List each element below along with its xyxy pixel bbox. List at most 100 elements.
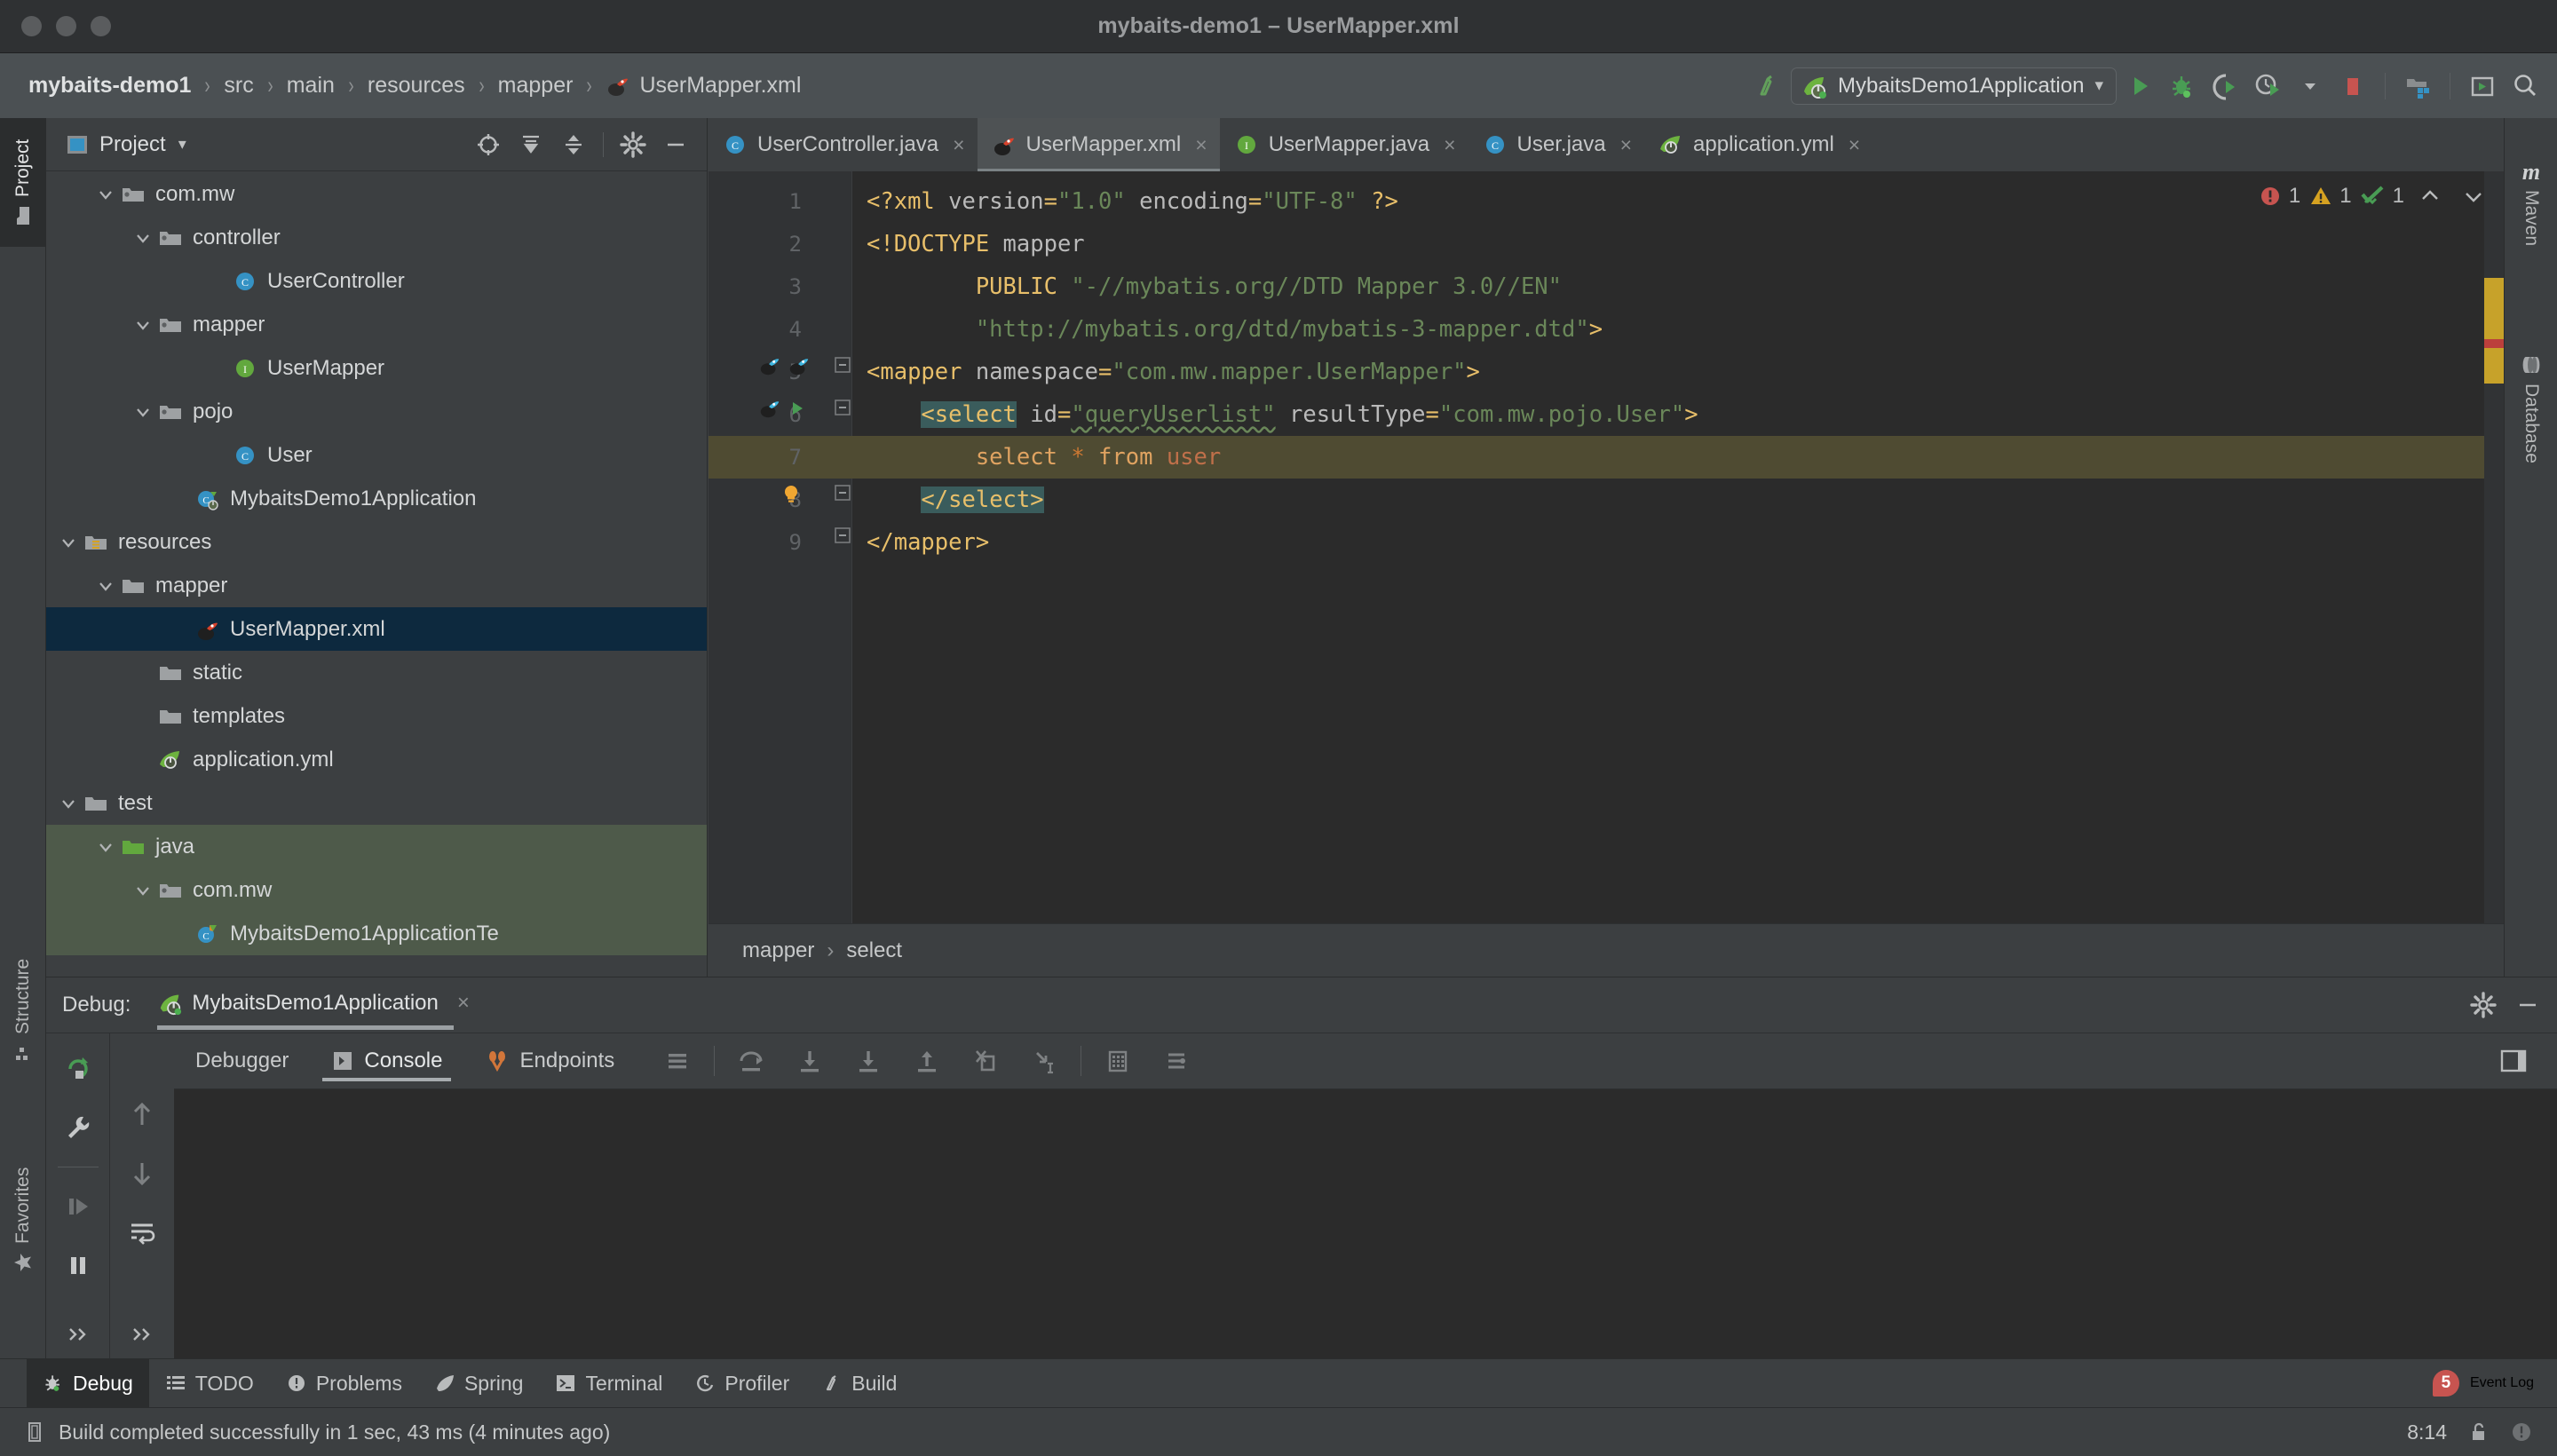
chevron-down-icon[interactable] [53,534,83,551]
project-structure-icon[interactable] [2398,67,2437,106]
inspections-widget[interactable]: 1 1 1 [2258,184,2491,209]
step-up-icon[interactable] [129,1092,155,1138]
expand-all-icon[interactable] [512,126,550,163]
chevron-down-icon[interactable] [128,882,158,899]
code-line-8[interactable]: 8 </select> [709,479,2504,521]
tree-node-com-mw[interactable]: com.mw [46,172,707,216]
sidebar-item-database[interactable]: Database [2505,309,2557,509]
status-tab-problems[interactable]: Problems [270,1359,418,1408]
status-tab-profiler[interactable]: Profiler [678,1359,805,1408]
tab-endpoints[interactable]: Endpoints [463,1033,636,1088]
stripe-warning-marker[interactable] [2484,348,2504,384]
chevron-down-icon[interactable] [53,795,83,812]
tree-node-com-mw[interactable]: com.mw [46,868,707,912]
intention-bulb-icon[interactable] [780,482,803,510]
frames-icon[interactable] [648,1033,707,1088]
tree-node-java[interactable]: java [46,825,707,868]
settings-wrench-icon[interactable] [63,1104,93,1151]
chevron-down-icon[interactable] [128,316,158,334]
profiler-icon[interactable] [2248,67,2287,106]
status-tab-debug[interactable]: Debug [27,1358,149,1408]
editor-tab-usermapper-xml[interactable]: UserMapper.xml × [977,118,1220,171]
fold-handle-line8[interactable] [833,483,852,507]
tree-node-usercontroller[interactable]: C UserController [46,259,707,303]
tree-node-user[interactable]: C User [46,433,707,477]
status-tab-terminal[interactable]: Terminal [539,1359,678,1408]
breadcrumb-item-file[interactable]: UserMapper.xml [602,73,804,99]
code-editor[interactable]: 1 <?xml version="1.0" encoding="UTF-8" ?>… [709,171,2504,923]
status-tab-build[interactable]: Build [805,1359,913,1408]
notification-icon[interactable] [2509,1420,2534,1444]
code-line-5[interactable]: 5<mapper namespace="com.mw.mapper.UserMa… [709,351,2504,393]
tree-node-mapper[interactable]: mapper [46,303,707,346]
status-tab-spring[interactable]: Spring [418,1359,539,1408]
previous-problem-icon[interactable] [2412,185,2448,208]
tree-node-application-yml[interactable]: application.yml [46,738,707,781]
step-into-icon[interactable] [780,1033,839,1088]
mybatis-nav-icon[interactable] [788,354,811,377]
chevron-down-icon[interactable] [128,229,158,247]
editor-tab-application-yml[interactable]: application.yml × [1644,118,1872,171]
fold-handle-line9[interactable] [833,526,852,550]
tree-node-usermapper-xml[interactable]: UserMapper.xml [46,607,707,651]
gutter-line5-markers[interactable] [758,354,811,377]
passed-count-group[interactable]: 1 [2360,184,2404,209]
tab-debugger[interactable]: Debugger [174,1033,310,1088]
editor-tab-bar[interactable]: C UserController.java × UserMapper.xml × I Use… [709,118,2504,171]
memory-indicator-icon[interactable] [23,1420,46,1444]
breadcrumb-item-project[interactable]: mybaits-demo1 [25,73,194,99]
settings-icon[interactable] [1147,1033,1206,1088]
code-line-9[interactable]: 9 </mapper> [709,521,2504,564]
stripe-error-marker[interactable] [2484,339,2504,348]
close-icon[interactable]: × [1848,133,1860,157]
sidebar-item-structure[interactable]: Structure [0,928,46,1092]
close-icon[interactable]: × [1444,133,1455,157]
tree-node-pojo[interactable]: pojo [46,390,707,433]
gear-icon[interactable] [614,126,652,163]
chevron-down-icon[interactable] [2291,67,2330,106]
evaluate-expression-icon[interactable] [1089,1033,1147,1088]
layout-settings-icon[interactable] [2484,1033,2543,1088]
pause-program-icon[interactable] [63,1242,93,1288]
console-output[interactable] [174,1088,2557,1358]
run-with-coverage-icon[interactable] [2205,67,2244,106]
project-tree[interactable]: com.mw controller C UserController mapper I Us… [46,172,707,977]
drop-frame-icon[interactable] [956,1033,1015,1088]
breadcrumb-item-mapper[interactable]: mapper [495,73,577,99]
unlock-icon[interactable] [2466,1420,2490,1444]
tree-node-mapper[interactable]: mapper [46,564,707,607]
editor-tab-usermapper-java[interactable]: I UserMapper.java × [1220,118,1468,171]
step-over-icon[interactable] [722,1033,780,1088]
fold-handle-line5[interactable] [833,355,852,379]
editor-breadcrumb-item-select[interactable]: select [846,938,902,963]
event-log-label[interactable]: Event Log [2470,1375,2534,1391]
sidebar-item-favorites[interactable]: Favorites [0,1135,46,1305]
breadcrumb-item-resources[interactable]: resources [364,73,469,99]
tree-node-templates[interactable]: templates [46,694,707,738]
chevron-down-icon[interactable] [91,838,121,856]
build-icon[interactable] [1748,67,1787,106]
code-content[interactable]: 1 <?xml version="1.0" encoding="UTF-8" ?>… [709,171,2504,923]
collapse-all-icon[interactable] [555,126,592,163]
run-to-cursor-icon[interactable] [1015,1033,1073,1088]
editor-breadcrumb-item-mapper[interactable]: mapper [742,938,814,963]
tab-console[interactable]: Console [310,1033,463,1088]
chevron-down-icon[interactable] [128,403,158,421]
error-count-group[interactable]: 1 [2258,184,2300,209]
code-line-6[interactable]: 6 <select id="queryUserlist" resultType=… [709,393,2504,436]
sidebar-item-maven[interactable]: m Maven [2505,127,2557,282]
hide-icon[interactable] [657,126,694,163]
step-out-icon[interactable] [898,1033,956,1088]
rerun-icon[interactable] [63,1046,93,1092]
mybatis-nav-icon[interactable] [758,397,781,420]
more-icon[interactable] [129,1325,155,1344]
run-icon[interactable] [2120,67,2159,106]
close-icon[interactable]: × [1195,133,1207,157]
code-line-3[interactable]: 3 PUBLIC "-//mybatis.org//DTD Mapper 3.0… [709,265,2504,308]
chevron-down-icon[interactable] [91,186,121,203]
tree-node-mybaitsdemo1applicationte[interactable]: C MybaitsDemo1ApplicationTe [46,912,707,955]
chevron-down-icon[interactable]: ▾ [178,135,186,154]
code-line-1[interactable]: 1 <?xml version="1.0" encoding="UTF-8" ?> [709,180,2504,223]
warning-count-group[interactable]: 1 [2308,184,2352,209]
tree-node-resources[interactable]: resources [46,520,707,564]
